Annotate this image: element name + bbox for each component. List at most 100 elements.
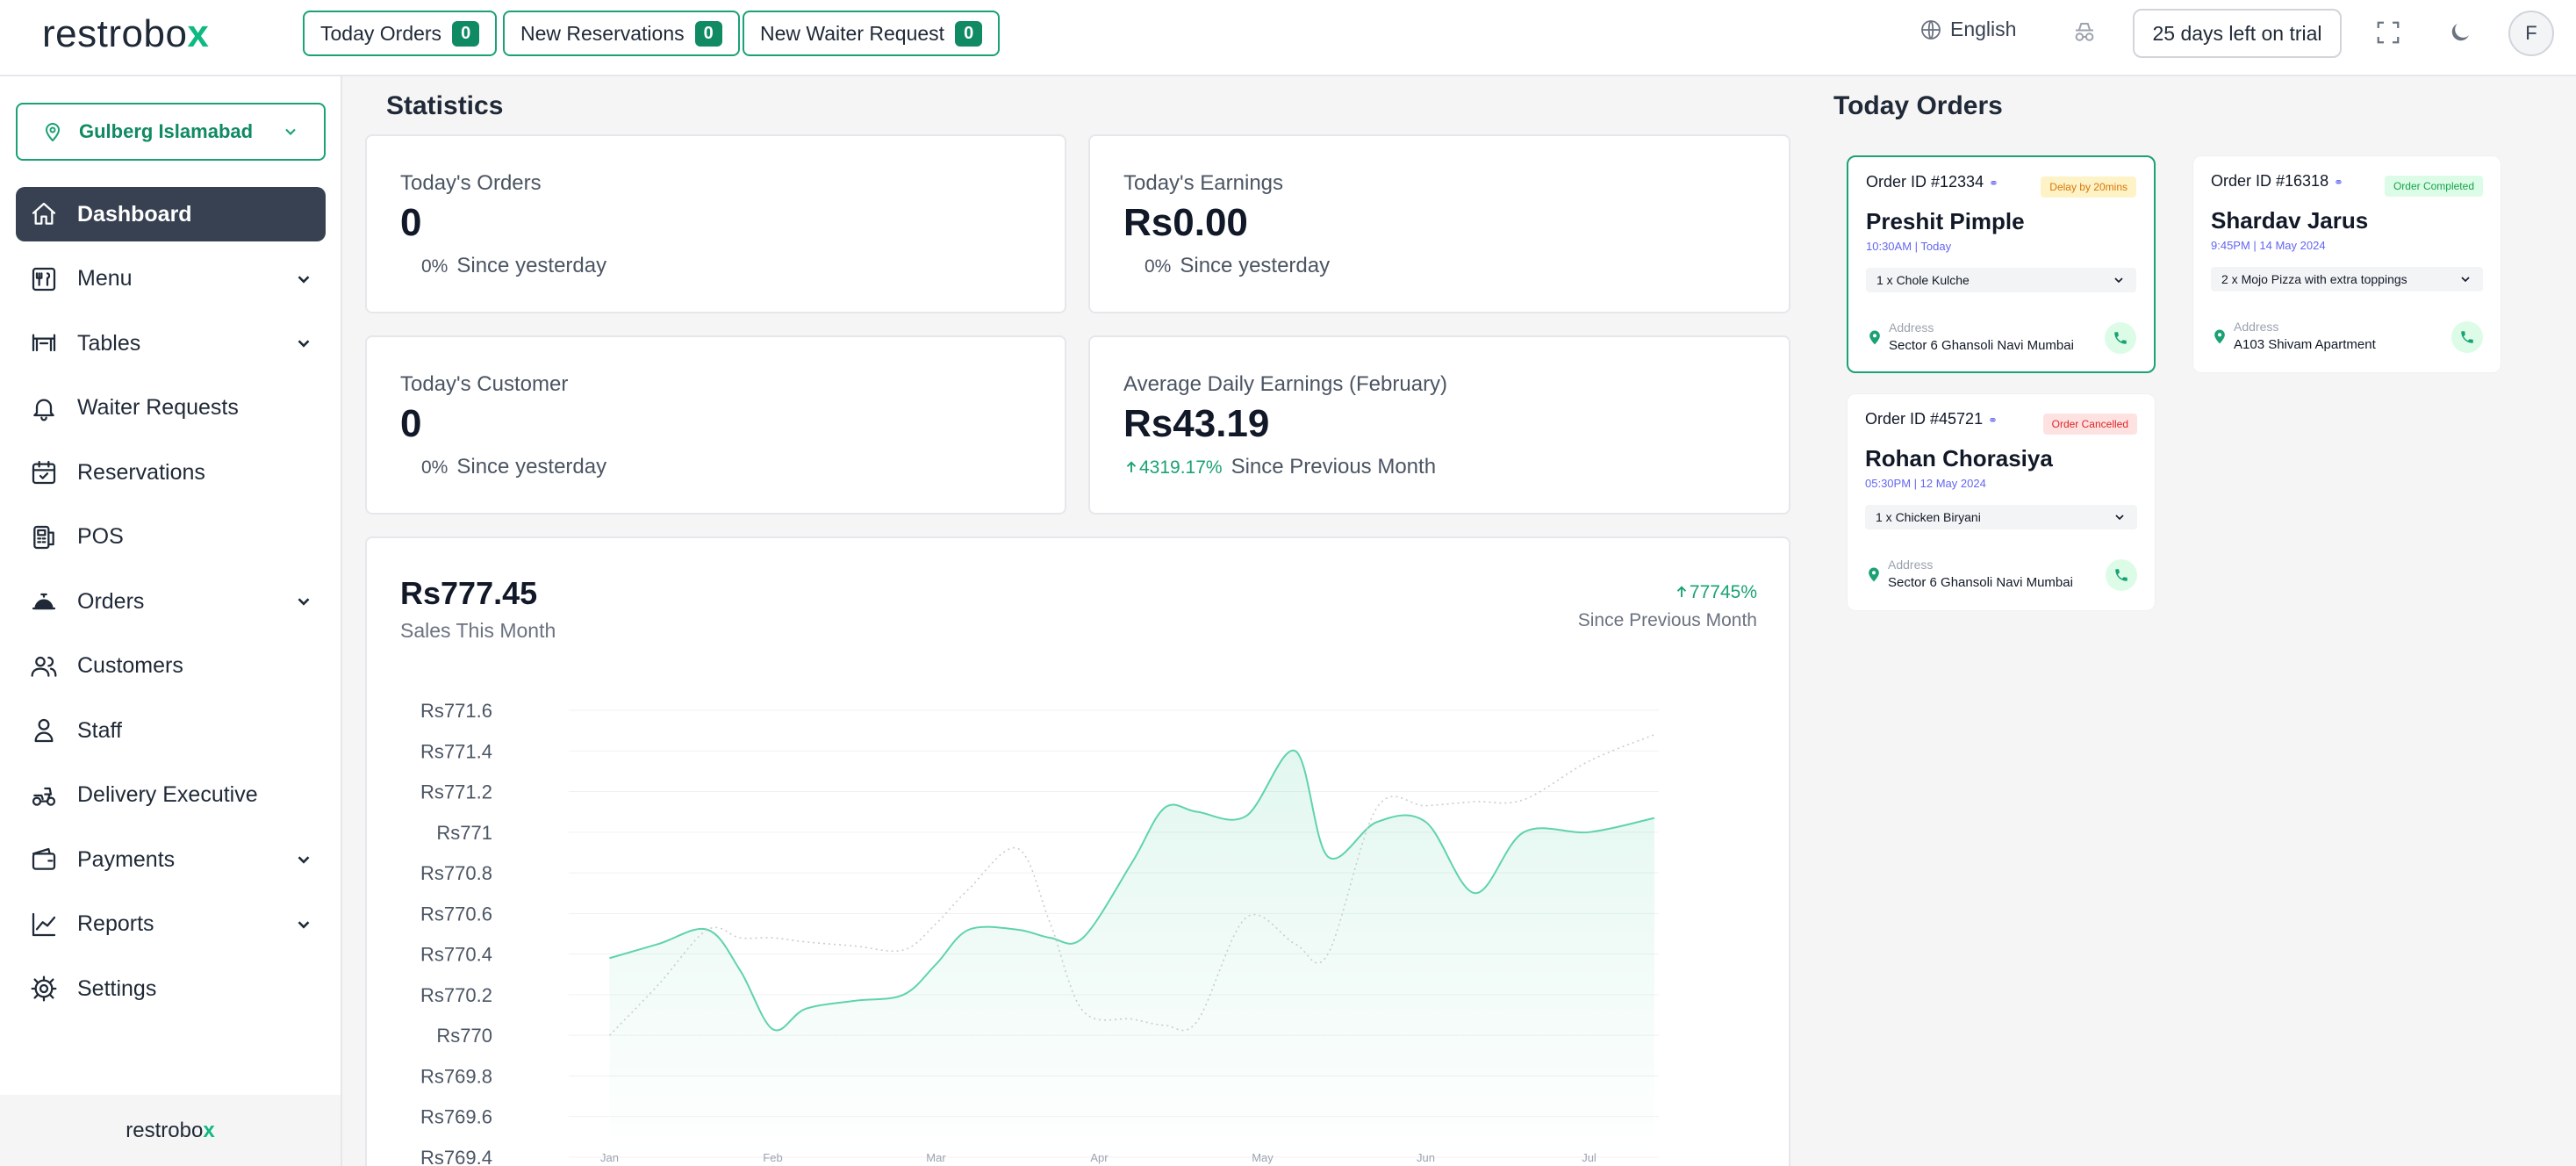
order-card[interactable]: Order ID #16318 ⚭ Order Completed Shardav J…	[2192, 155, 2501, 373]
link-icon[interactable]: ⚭	[2334, 176, 2343, 189]
branch-name: Gulberg Islamabad	[79, 120, 254, 142]
sidebar-item-payments[interactable]: Payments	[16, 832, 326, 887]
fullscreen-icon[interactable]	[2375, 19, 2401, 46]
stat-change-pct: 0%	[421, 457, 448, 478]
top-bar: restrobox Today Orders 0 New Reservation…	[0, 0, 2576, 76]
sidebar-item-label: Dashboard	[77, 201, 192, 227]
y-tick-label: Rs769.8	[420, 1065, 492, 1087]
branch-selector[interactable]: Gulberg Islamabad	[16, 103, 326, 161]
table-icon	[28, 327, 60, 359]
sidebar-item-label: Delivery Executive	[77, 782, 258, 807]
order-items-dropdown[interactable]: 1 x Chicken Biryani	[1865, 505, 2137, 529]
sidebar-item-label: Customers	[77, 653, 183, 678]
bell-icon	[28, 392, 60, 424]
call-button[interactable]	[2451, 321, 2483, 353]
stat-value: Rs43.19	[1123, 402, 1270, 445]
customer-name: Rohan Chorasiya	[1865, 445, 2053, 471]
stat-change: 0% Since yesterday	[1123, 254, 1330, 278]
trial-status-button[interactable]: 25 days left on trial	[2133, 9, 2342, 58]
map-pin-icon	[45, 123, 61, 142]
avatar-initial: F	[2525, 22, 2537, 44]
footer-brand-name: restrobo	[126, 1118, 204, 1142]
dark-mode-moon-icon[interactable]	[2447, 19, 2473, 46]
new-reservations-count: 0	[694, 20, 722, 47]
y-tick-label: Rs769.4	[420, 1147, 492, 1166]
users-icon	[28, 651, 60, 682]
y-tick-label: Rs771.6	[420, 700, 492, 722]
link-icon[interactable]: ⚭	[1989, 176, 1998, 190]
brand-name: restrobo	[42, 12, 188, 55]
footer-brand-accent: x	[203, 1118, 215, 1142]
stat-label: Today's Orders	[400, 171, 542, 195]
sidebar-item-reservations[interactable]: Reservations	[16, 445, 326, 500]
sidebar-item-tables[interactable]: Tables	[16, 316, 326, 371]
stat-change: 4319.17% Since Previous Month	[1123, 455, 1436, 479]
globe-icon	[1921, 19, 1941, 40]
sidebar-item-pos[interactable]: POS	[16, 510, 326, 565]
sidebar-item-label: Reports	[77, 911, 154, 936]
sidebar-item-settings[interactable]: Settings	[16, 961, 326, 1016]
wallet-icon	[28, 844, 60, 875]
today-orders-button[interactable]: Today Orders 0	[303, 11, 498, 56]
sales-chart-card: Rs777.45 Sales This Month 77745% Since P…	[365, 536, 1790, 1166]
map-pin-icon	[1869, 330, 1880, 345]
address-text: A103 Shivam Apartment	[2234, 337, 2376, 352]
sidebar-footer-logo: restrobo x	[0, 1095, 341, 1166]
stat-change-pct: 4319.17%	[1123, 457, 1223, 479]
link-icon[interactable]: ⚭	[1988, 414, 1998, 427]
calendar-check-icon	[28, 457, 60, 488]
stat-card-average-daily-earnings: Average Daily Earnings (February) Rs43.1…	[1088, 335, 1790, 515]
sidebar-item-dashboard[interactable]: Dashboard	[16, 187, 326, 241]
sidebar-item-label: Orders	[77, 588, 145, 614]
sidebar: Gulberg Islamabad Dashboard Menu Tables Wai…	[0, 76, 342, 1166]
address-label: Address	[1889, 320, 1934, 335]
order-card[interactable]: Order ID #45721 ⚭ Order Cancelled Rohan Cho…	[1847, 393, 2156, 611]
brand-logo[interactable]: restrobox	[42, 12, 209, 56]
y-tick-label: Rs770.2	[420, 984, 492, 1006]
stat-change: 0% Since yesterday	[400, 455, 606, 479]
sidebar-item-label: Waiter Requests	[77, 395, 239, 420]
stat-card-today-customer: Today's Customer 0 0% Since yesterday	[365, 335, 1066, 515]
sidebar-item-customers[interactable]: Customers	[16, 639, 326, 694]
sidebar-item-delivery-executive[interactable]: Delivery Executive	[16, 768, 326, 823]
call-button[interactable]	[2105, 322, 2136, 354]
user-avatar[interactable]: F	[2508, 11, 2554, 56]
address-label: Address	[1888, 558, 1934, 572]
statistics-title: Statistics	[386, 91, 504, 120]
pos-terminal-icon	[28, 522, 60, 553]
sidebar-item-waiter-requests[interactable]: Waiter Requests	[16, 381, 326, 435]
sidebar-item-orders[interactable]: Orders	[16, 574, 326, 629]
order-card[interactable]: Order ID #12334 ⚭ Delay by 20mins Preshit P…	[1847, 155, 2156, 373]
stat-value: Rs0.00	[1123, 201, 1248, 244]
chevron-down-icon	[298, 856, 310, 864]
new-reservations-button[interactable]: New Reservations 0	[503, 11, 740, 56]
arrow-up-icon	[1126, 461, 1137, 472]
new-waiter-request-label: New Waiter Request	[760, 21, 945, 45]
today-orders-count: 0	[452, 20, 480, 47]
new-waiter-request-button[interactable]: New Waiter Request 0	[743, 11, 1001, 56]
stat-change-label: Since Previous Month	[1231, 455, 1437, 479]
language-selector[interactable]: English	[1920, 18, 2016, 41]
chevron-down-icon	[285, 128, 296, 135]
y-tick-label: Rs770.6	[420, 903, 492, 925]
order-items-dropdown[interactable]: 1 x Chole Kulche	[1866, 268, 2136, 292]
stat-change-label: Since yesterday	[1180, 254, 1331, 277]
phone-icon	[2115, 569, 2128, 581]
chevron-down-icon	[2114, 277, 2123, 284]
sidebar-item-menu[interactable]: Menu	[16, 252, 326, 306]
sidebar-nav: Dashboard Menu Tables Waiter Requests Reserv…	[16, 187, 326, 1026]
phone-icon	[2461, 331, 2473, 343]
call-button[interactable]	[2106, 559, 2137, 591]
stat-value: 0	[400, 402, 422, 445]
cloche-icon	[28, 586, 60, 617]
chevron-down-icon	[298, 340, 310, 348]
sidebar-item-reports[interactable]: Reports	[16, 897, 326, 952]
sidebar-item-label: Staff	[77, 717, 122, 743]
sidebar-item-staff[interactable]: Staff	[16, 703, 326, 758]
incognito-icon[interactable]	[2071, 19, 2098, 46]
order-item-text: 1 x Chole Kulche	[1876, 273, 1970, 287]
order-items-dropdown[interactable]: 2 x Mojo Pizza with extra toppings	[2211, 267, 2483, 292]
y-tick-label: Rs771.4	[420, 740, 492, 762]
address-label: Address	[2234, 320, 2279, 334]
home-icon	[28, 198, 60, 230]
